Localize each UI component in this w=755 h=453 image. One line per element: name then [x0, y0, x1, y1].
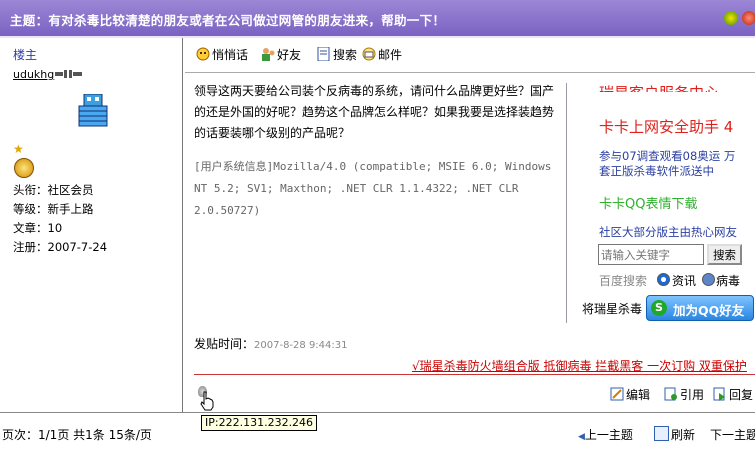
signature-link[interactable]: √瑞星杀毒防火墙组合版 抵御病毒 拦截黑客 一次订购 双重保护: [412, 357, 747, 374]
author-stat-posts: 文章：10: [13, 221, 63, 235]
search-button[interactable]: 搜索: [707, 244, 742, 265]
ad-service-center[interactable]: 瑞星客户服务中心: [599, 80, 719, 92]
author-stat-registered: 注册：2007-7-24: [13, 240, 108, 254]
toolbar-mail[interactable]: 邮件: [361, 46, 402, 63]
ad-kaka-assistant[interactable]: 卡卡上网安全助手 4: [599, 116, 733, 137]
floor-label: 楼主: [13, 48, 38, 62]
toolbar-private-message[interactable]: 悄悄话: [195, 46, 248, 63]
edit-icon: [610, 387, 624, 401]
ad-survey-line2[interactable]: 套正版杀毒软件派送中: [599, 163, 714, 179]
ad-divider: [566, 83, 567, 323]
toolbar-divider: [185, 72, 755, 73]
quote-button[interactable]: 引用: [664, 386, 704, 403]
fav-icon[interactable]: [724, 11, 738, 25]
prev-topic-link[interactable]: ◀上一主题: [578, 426, 633, 443]
qq-icon: S: [651, 300, 667, 316]
post-body: 领导这两天要给公司装个反病毒的系统，请问什么品牌更好些？国产的还是外国的好呢？趋…: [194, 84, 555, 140]
search-doc-icon: [316, 46, 332, 62]
author-panel: 楼主 udukhg ★ 头衔：社区会员 等级：新手上路 文章：10 注册：200…: [0, 38, 183, 412]
online-status-icon: [55, 68, 83, 81]
radio-virus-label[interactable]: 病毒: [716, 272, 740, 289]
avatar: [75, 93, 111, 128]
close-icon[interactable]: [742, 11, 755, 25]
mail-icon: [361, 47, 377, 61]
add-qq-friend-button[interactable]: S 加为QQ好友: [646, 295, 754, 321]
keyword-search-input[interactable]: [598, 244, 704, 265]
refresh-icon: [654, 426, 669, 441]
reply-button[interactable]: 回复: [713, 386, 753, 403]
author-stat-level: 等级：新手上路: [13, 202, 94, 216]
footer-bar: 页次：1/1页 共1条 15条/页 ◀上一主题 刷新 下一主题: [0, 412, 755, 453]
ip-tooltip: IP:222.131.232.246: [201, 415, 318, 431]
radio-news-label[interactable]: 资讯: [672, 272, 696, 289]
page-info: 页次：1/1页 共1条 15条/页: [2, 428, 152, 442]
medal-icon: [14, 158, 34, 178]
toolbar-search[interactable]: 搜索: [316, 46, 357, 63]
radio-virus[interactable]: [702, 273, 715, 286]
ad-qq-emoticons[interactable]: 卡卡QQ表情下载: [599, 193, 697, 212]
author-stat-title: 头衔：社区会员: [13, 183, 94, 197]
smiley-icon: [195, 47, 211, 61]
edit-button[interactable]: 编辑: [610, 386, 650, 403]
topic-title-bar: 主题：有对杀毒比较清楚的朋友或者在公司做过网管的朋友进来，帮助一下！: [0, 0, 755, 38]
author-username[interactable]: udukhg: [13, 68, 54, 81]
ad-survey-line1[interactable]: 参与07调查观看08奥运 万: [599, 148, 735, 164]
hand-cursor-icon: [199, 391, 215, 414]
prev-arrow-icon: ◀: [578, 432, 585, 442]
reply-icon: [713, 387, 727, 401]
topic-title: 主题：有对杀毒比较清楚的朋友或者在公司做过网管的朋友进来，帮助一下！: [10, 13, 446, 28]
friend-icon: [260, 47, 276, 61]
baidu-search-label: 百度搜索: [599, 274, 648, 288]
next-topic-link[interactable]: 下一主题: [710, 426, 755, 443]
refresh-link[interactable]: 刷新: [654, 426, 695, 443]
qq-add-label: 将瑞星杀毒: [582, 302, 643, 316]
radio-news[interactable]: [657, 273, 670, 286]
ad-moderators[interactable]: 社区大部分版主由热心网友: [599, 224, 737, 240]
toolbar-friend[interactable]: 好友: [260, 46, 301, 63]
quote-icon: [664, 387, 678, 401]
post-date: 发贴时间：2007-8-28 9:44:31: [194, 337, 348, 351]
signature-divider: [194, 374, 755, 375]
user-system-info: [用户系统信息]Mozilla/4.0 (compatible; MSIE 6.…: [194, 160, 552, 217]
rank-star-icon: ★: [13, 142, 24, 156]
